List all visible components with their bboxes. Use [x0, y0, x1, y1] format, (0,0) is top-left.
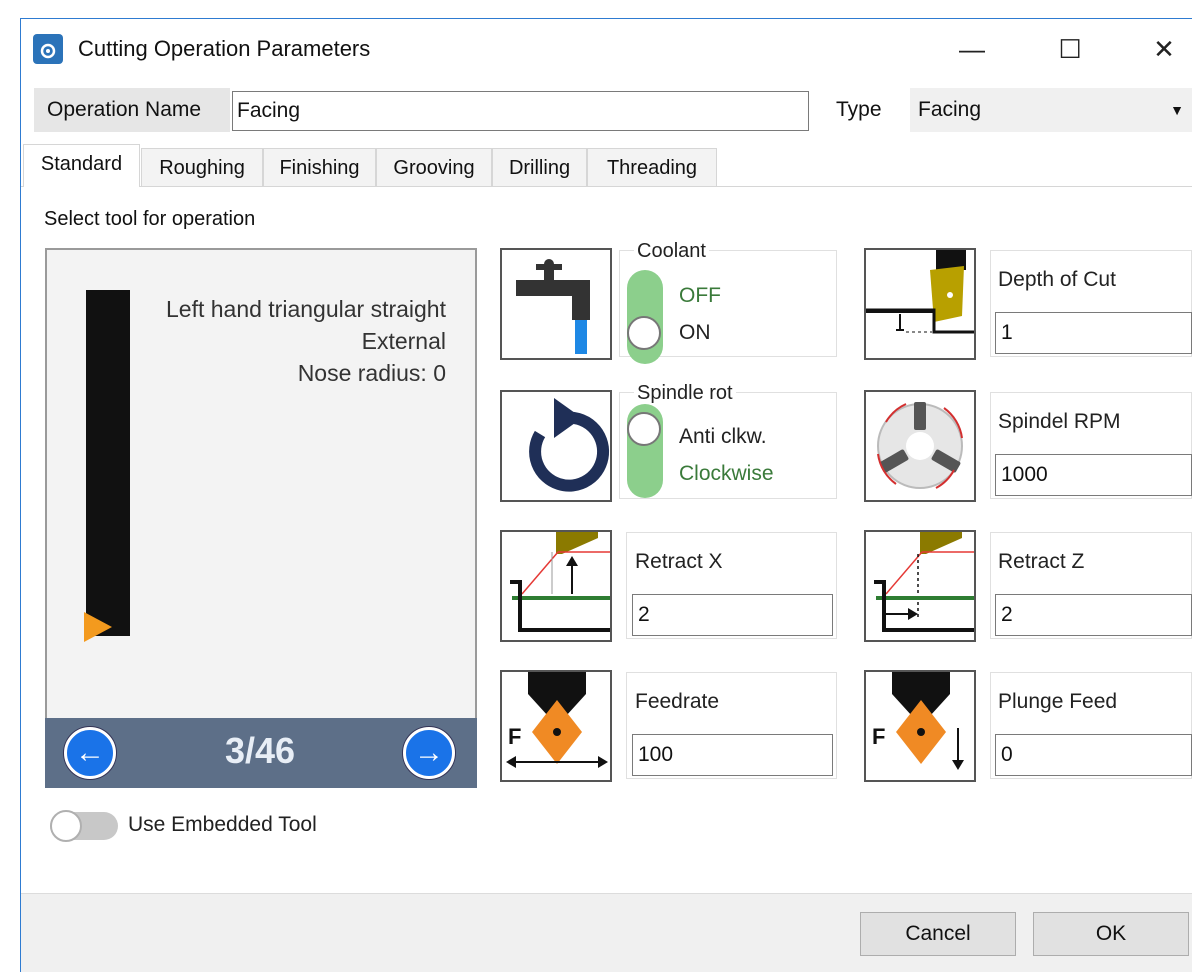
previous-tool-button[interactable]: ← — [64, 727, 116, 779]
feedrate-input[interactable]: 100 — [632, 734, 833, 776]
use-embedded-tool-label: Use Embedded Tool — [128, 813, 317, 836]
plunge-feed-icon: F — [864, 670, 976, 782]
feedrate-icon: F — [500, 670, 612, 782]
coolant-off-option[interactable]: OFF — [679, 284, 721, 308]
tab-finishing[interactable]: Finishing — [263, 148, 376, 186]
spindle-rot-title: Spindle rot — [634, 382, 736, 405]
tool-description: Left hand triangular straight External N… — [60, 293, 446, 389]
retract-x-label: Retract X — [635, 550, 723, 573]
cancel-button[interactable]: Cancel — [860, 912, 1016, 956]
svg-text:F: F — [508, 724, 521, 749]
retract-x-icon — [500, 530, 612, 642]
type-select-value: Facing — [918, 98, 982, 121]
type-select[interactable]: Facing ▼ — [910, 88, 1192, 132]
select-tool-label: Select tool for operation — [44, 208, 256, 230]
tab-drilling[interactable]: Drilling — [492, 148, 587, 186]
tool-insert-tip-icon — [84, 612, 112, 642]
maximize-button[interactable]: ☐ — [1040, 28, 1100, 70]
coolant-tap-icon — [500, 248, 612, 360]
dialog-footer — [21, 893, 1192, 972]
arrow-right-icon: → — [414, 736, 444, 769]
coolant-switch-knob[interactable] — [627, 316, 661, 350]
chuck-rpm-icon — [864, 390, 976, 502]
minimize-button[interactable]: — — [942, 28, 1002, 70]
clockwise-option[interactable]: Clockwise — [679, 462, 774, 486]
coolant-on-option[interactable]: ON — [679, 321, 711, 345]
type-label: Type — [836, 98, 882, 121]
next-tool-button[interactable]: → — [403, 727, 455, 779]
retract-z-icon — [864, 530, 976, 642]
window-border-top — [20, 18, 1192, 19]
depth-of-cut-label: Depth of Cut — [998, 268, 1116, 291]
spindle-rot-switch-knob[interactable] — [627, 412, 661, 446]
arrow-left-icon: ← — [75, 736, 105, 769]
spindle-rpm-label: Spindel RPM — [998, 410, 1121, 433]
window-title: Cutting Operation Parameters — [78, 36, 371, 61]
operation-name-label: Operation Name — [34, 88, 230, 132]
spindle-rpm-input[interactable]: 1000 — [995, 454, 1192, 496]
tool-description-line: Left hand triangular straight — [165, 296, 446, 322]
coolant-title: Coolant — [634, 240, 709, 263]
close-button[interactable]: ✕ — [1134, 28, 1192, 70]
operation-name-input[interactable]: Facing — [232, 91, 809, 131]
tab-threading[interactable]: Threading — [587, 148, 717, 186]
depth-of-cut-icon — [864, 248, 976, 360]
tab-roughing[interactable]: Roughing — [141, 148, 263, 186]
dropdown-arrow-icon[interactable]: ▼ — [1170, 88, 1184, 132]
tool-page-counter: 3/46 — [224, 730, 296, 771]
tool-description-line: Nose radius: 0 — [297, 360, 446, 386]
tab-standard[interactable]: Standard — [23, 144, 140, 187]
depth-of-cut-input[interactable]: 1 — [995, 312, 1192, 354]
retract-x-input[interactable]: 2 — [632, 594, 833, 636]
spindle-rotation-icon — [500, 390, 612, 502]
tool-description-line: External — [361, 328, 446, 354]
retract-z-input[interactable]: 2 — [995, 594, 1192, 636]
toggle-knob[interactable] — [50, 810, 82, 842]
feedrate-label: Feedrate — [635, 690, 720, 713]
ok-button[interactable]: OK — [1033, 912, 1189, 956]
app-gear-icon — [33, 34, 63, 64]
svg-text:F: F — [872, 724, 885, 749]
window-border-left — [20, 18, 21, 972]
retract-z-label: Retract Z — [998, 550, 1085, 573]
tab-grooving[interactable]: Grooving — [376, 148, 492, 186]
anti-clockwise-option[interactable]: Anti clkw. — [679, 425, 767, 449]
plunge-feed-label: Plunge Feed — [998, 690, 1118, 713]
plunge-feed-input[interactable]: 0 — [995, 734, 1192, 776]
